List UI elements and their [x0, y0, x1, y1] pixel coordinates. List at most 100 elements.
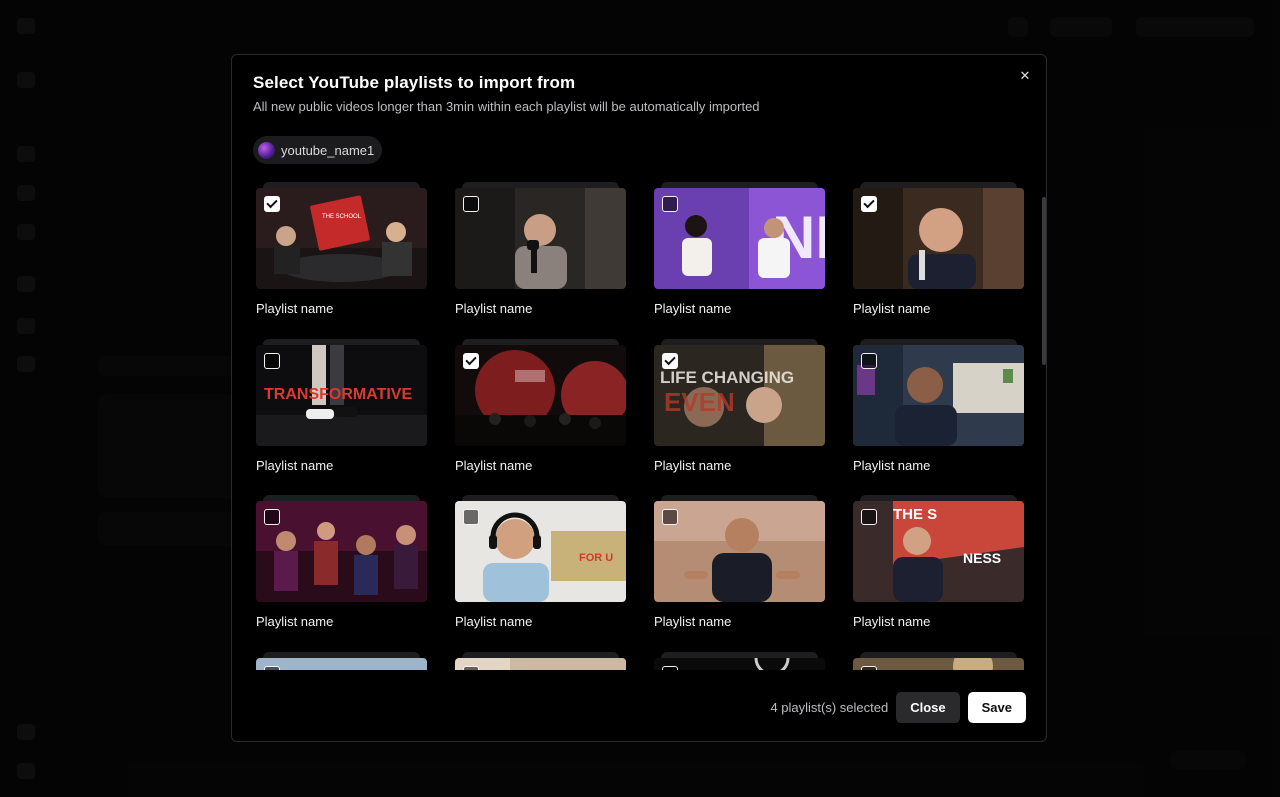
stack-back	[263, 338, 420, 345]
playlist-checkbox[interactable]	[264, 509, 280, 525]
modal-footer: 4 playlist(s) selected Close Save	[770, 692, 1026, 723]
scrollbar[interactable]	[1042, 197, 1046, 365]
playlist-thumbnail[interactable]: TRANSFORMATIVE	[256, 344, 427, 446]
playlist-card[interactable]: Playlist name	[455, 182, 626, 339]
playlist-checkbox[interactable]	[264, 352, 280, 369]
playlist-name: Playlist name	[654, 301, 732, 316]
playlist-name: Playlist name	[455, 301, 533, 316]
playlist-checkbox[interactable]	[662, 665, 678, 670]
close-icon[interactable]: ✕	[1017, 68, 1033, 84]
playlist-checkbox[interactable]	[662, 196, 678, 212]
playlist-name: Playlist name	[256, 614, 334, 629]
playlist-name: Playlist name	[455, 614, 533, 629]
stack-back	[860, 651, 1017, 658]
playlist-name: Playlist name	[654, 457, 732, 473]
playlist-thumbnail[interactable]	[455, 344, 626, 446]
playlist-thumbnail-stack	[455, 338, 626, 446]
stack-back	[462, 338, 619, 345]
playlist-thumbnail-stack: THE S NESS	[853, 495, 1024, 602]
import-playlists-modal: Select YouTube playlists to import from …	[231, 54, 1047, 742]
playlist-checkbox[interactable]	[264, 665, 280, 670]
playlist-name: Playlist name	[853, 614, 931, 629]
playlist-card[interactable]: Playlist name	[853, 182, 1024, 339]
playlist-thumbnail[interactable]: THE S NESS	[853, 501, 1024, 602]
playlist-name: Playlist name	[256, 301, 334, 316]
playlist-checkbox[interactable]	[463, 509, 479, 525]
playlist-thumbnail[interactable]: FOR U	[455, 501, 626, 602]
playlist-card[interactable]: Playlist name	[455, 338, 626, 496]
playlist-thumbnail[interactable]	[853, 657, 1024, 670]
playlist-card[interactable]: FOR U Playlist name	[455, 495, 626, 652]
close-button[interactable]: Close	[896, 692, 960, 723]
playlist-name: Playlist name	[455, 457, 533, 473]
playlist-card[interactable]: LIFE CHANGING EVEN Playlist name	[654, 338, 825, 496]
playlist-card[interactable]: TRANSFORMATIVE Playlist name	[256, 338, 427, 496]
playlist-thumbnail-stack: LIFE CHANGING EVEN	[654, 338, 825, 446]
svg-text:EVEN: EVEN	[664, 387, 735, 417]
playlist-checkbox[interactable]	[861, 665, 877, 670]
account-chip[interactable]: youtube_name1	[253, 136, 383, 164]
playlist-thumbnail[interactable]: THE SCHOOL	[256, 188, 427, 289]
playlist-thumbnail-stack: FOR U	[455, 495, 626, 602]
stack-back	[661, 338, 818, 345]
stack-back	[263, 651, 420, 658]
playlist-grid: THE SCHOOL Playlist name Playlist name N…	[253, 182, 1035, 670]
playlist-thumbnail-stack	[853, 338, 1024, 446]
playlist-thumbnail-stack	[654, 651, 825, 670]
account-name: youtube_name1	[281, 142, 375, 158]
playlist-card[interactable]	[455, 651, 626, 670]
playlist-name: Playlist name	[853, 457, 931, 473]
playlist-card[interactable]	[654, 651, 825, 670]
playlist-name: Playlist name	[853, 301, 931, 316]
playlist-card[interactable]	[853, 651, 1024, 670]
playlist-thumbnail[interactable]	[654, 501, 825, 602]
playlist-thumbnail-stack	[256, 651, 427, 670]
playlist-card[interactable]: Playlist name	[853, 338, 1024, 496]
playlist-thumbnail[interactable]: LIFE CHANGING EVEN	[654, 344, 825, 446]
playlist-thumbnail[interactable]	[256, 657, 427, 670]
playlist-checkbox[interactable]	[264, 196, 280, 212]
playlist-card[interactable]: THE S NESS Playlist name	[853, 495, 1024, 652]
playlist-name: Playlist name	[256, 457, 334, 473]
playlist-card[interactable]: Playlist name	[654, 495, 825, 652]
playlist-checkbox[interactable]	[861, 352, 877, 369]
playlist-thumbnail-stack: THE SCHOOL	[256, 182, 427, 289]
playlist-thumbnail[interactable]	[853, 188, 1024, 289]
playlist-checkbox[interactable]	[662, 509, 678, 525]
playlist-name: Playlist name	[654, 614, 732, 629]
svg-text:FOR U: FOR U	[579, 552, 613, 564]
svg-text:NESS: NESS	[963, 550, 1001, 566]
playlist-thumbnail[interactable]	[654, 657, 825, 670]
playlist-checkbox[interactable]	[463, 196, 479, 212]
save-button[interactable]: Save	[967, 692, 1026, 723]
playlist-checkbox[interactable]	[861, 509, 877, 525]
playlist-thumbnail[interactable]	[256, 501, 427, 602]
playlist-grid-scroll[interactable]: THE SCHOOL Playlist name Playlist name N…	[253, 182, 1035, 670]
playlist-thumbnail[interactable]	[455, 188, 626, 289]
playlist-checkbox[interactable]	[861, 196, 877, 212]
selected-count: 4 playlist(s) selected	[770, 700, 889, 715]
playlist-thumbnail-stack	[853, 182, 1024, 289]
svg-text:THE SCHOOL: THE SCHOOL	[322, 214, 362, 220]
playlist-thumbnail-stack: TRANSFORMATIVE	[256, 338, 427, 446]
playlist-card[interactable]	[256, 651, 427, 670]
playlist-thumbnail[interactable]	[853, 344, 1024, 446]
playlist-thumbnail-stack	[455, 651, 626, 670]
modal-title: Select YouTube playlists to import from	[253, 73, 576, 92]
playlist-checkbox[interactable]	[463, 665, 479, 670]
playlist-card[interactable]: Playlist name	[256, 495, 427, 652]
stack-back	[462, 651, 619, 658]
app-background: Select YouTube playlists to import from …	[0, 0, 1280, 797]
svg-text:LIFE CHANGING: LIFE CHANGING	[660, 368, 794, 387]
playlist-card[interactable]: THE SCHOOL Playlist name	[256, 182, 427, 339]
playlist-thumbnail[interactable]: NI	[654, 188, 825, 289]
playlist-card[interactable]: NI Playlist name	[654, 182, 825, 339]
playlist-thumbnail-stack	[853, 651, 1024, 670]
playlist-thumbnail-stack	[654, 495, 825, 602]
playlist-checkbox[interactable]	[463, 352, 479, 369]
stack-back	[661, 651, 818, 658]
playlist-thumbnail[interactable]	[455, 657, 626, 670]
playlist-checkbox[interactable]	[662, 352, 678, 369]
svg-text:THE S: THE S	[893, 506, 937, 523]
stack-back	[860, 338, 1017, 345]
